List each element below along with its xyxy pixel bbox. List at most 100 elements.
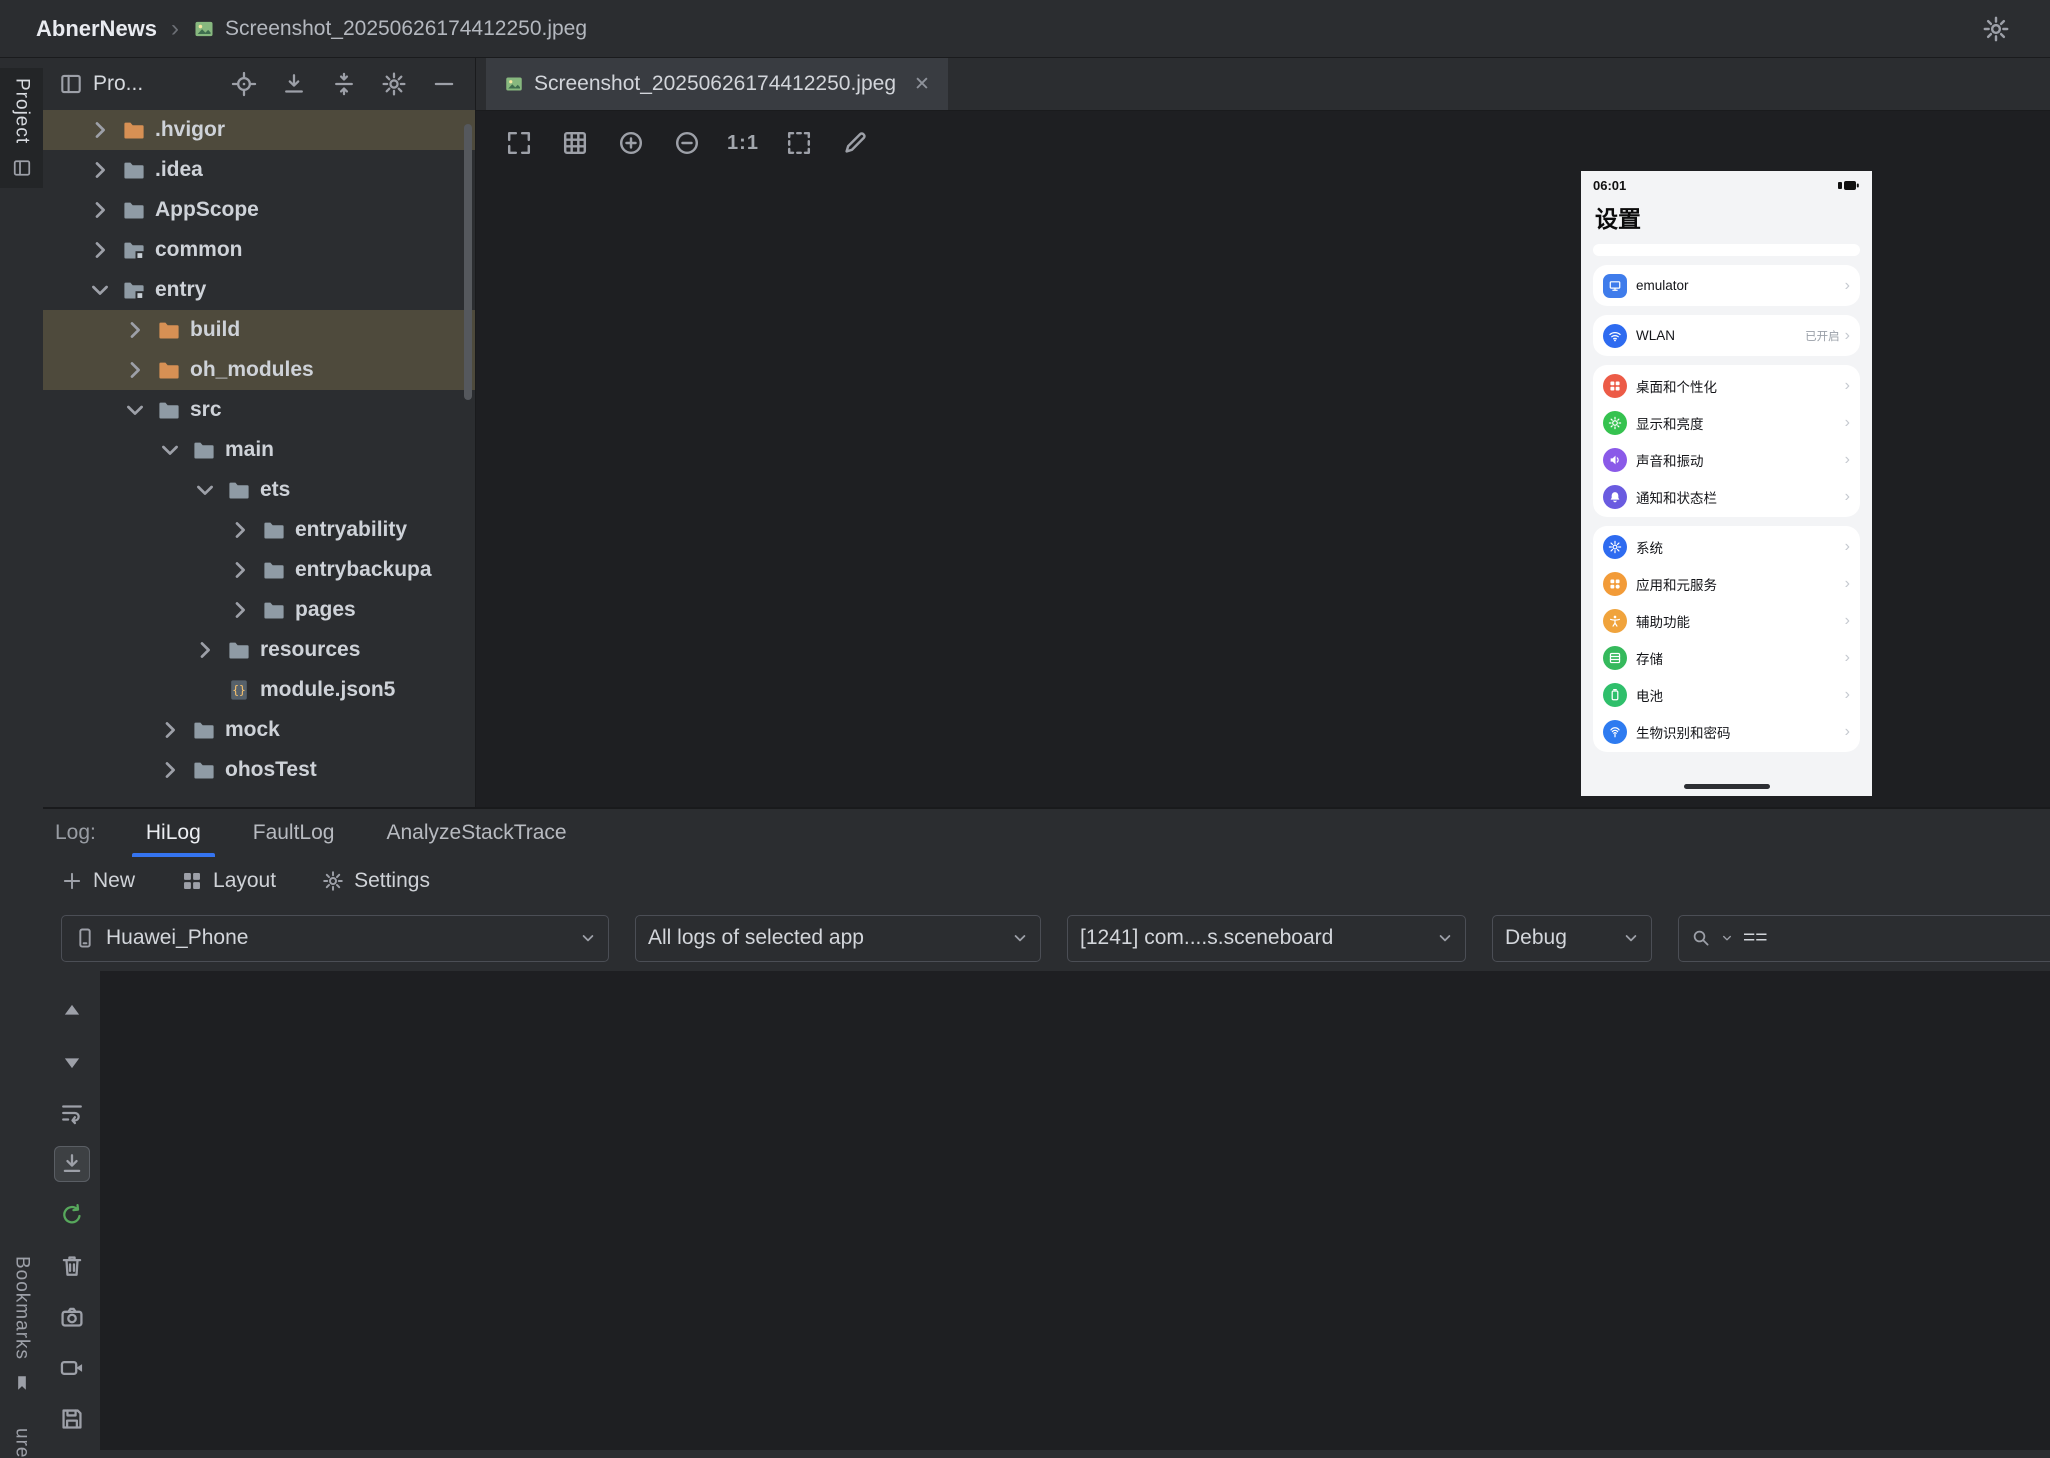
settings-item-label: 声音和振动: [1636, 453, 1704, 469]
video-button[interactable]: [54, 1350, 90, 1386]
settings-item-accessibility[interactable]: 辅助功能 ›: [1593, 602, 1860, 639]
tree-item-pages[interactable]: pages: [43, 590, 475, 630]
settings-item-system[interactable]: 系统 ›: [1593, 528, 1860, 565]
settings-item-wlan[interactable]: WLAN 已开启 ›: [1593, 317, 1860, 354]
chevron-down-icon: [580, 930, 596, 946]
search-value[interactable]: ==: [1743, 926, 1768, 950]
chevron-down-icon[interactable]: [157, 437, 183, 463]
project-view-icon[interactable]: [59, 72, 83, 96]
layout-grid-icon: [181, 870, 203, 892]
chevron-right-icon[interactable]: [87, 117, 113, 143]
device-selector[interactable]: Huawei_Phone: [61, 914, 609, 962]
settings-item-display-brightness[interactable]: 显示和亮度 ›: [1593, 404, 1860, 441]
project-panel-title[interactable]: Pro...: [93, 72, 143, 96]
tree-item--idea[interactable]: .idea: [43, 150, 475, 190]
settings-item-emulator[interactable]: emulator ›: [1593, 267, 1860, 304]
minus-icon[interactable]: [431, 71, 457, 97]
frame-icon[interactable]: [782, 126, 816, 160]
chevron-down-icon[interactable]: [192, 477, 218, 503]
soft-wrap-button[interactable]: [54, 1095, 90, 1131]
close-tab-icon[interactable]: ✕: [914, 73, 930, 96]
chevron-right-icon[interactable]: [122, 357, 148, 383]
settings-item-biometrics-password[interactable]: 生物识别和密码 ›: [1593, 713, 1860, 750]
settings-item-notifications-statusbar[interactable]: 通知和状态栏 ›: [1593, 478, 1860, 515]
fit-screen-icon[interactable]: [502, 126, 536, 160]
settings-item-label: 系统: [1636, 540, 1663, 556]
chevron-right-icon[interactable]: [87, 157, 113, 183]
tree-item-build[interactable]: build: [43, 310, 475, 350]
locate-icon[interactable]: [231, 71, 257, 97]
settings-item-apps-services[interactable]: 应用和元服务 ›: [1593, 565, 1860, 602]
chevron-right-icon[interactable]: [157, 757, 183, 783]
settings-item-personalization[interactable]: 桌面和个性化 ›: [1593, 367, 1860, 404]
tool-window-icon: [12, 158, 32, 178]
settings-item-storage[interactable]: 存储 ›: [1593, 639, 1860, 676]
arrow-down-button[interactable]: [54, 1044, 90, 1080]
chevron-right-icon[interactable]: [122, 317, 148, 343]
log-source-selector[interactable]: All logs of selected app: [635, 914, 1041, 962]
new-button[interactable]: New: [61, 869, 135, 893]
zoom-out-icon[interactable]: [670, 126, 704, 160]
phone-search-bar-partial[interactable]: [1593, 244, 1860, 256]
settings-gear-icon[interactable]: [1982, 15, 2010, 43]
zoom-in-icon[interactable]: [614, 126, 648, 160]
trash-button[interactable]: [54, 1248, 90, 1284]
tree-item-entrybackupa[interactable]: entrybackupa: [43, 550, 475, 590]
tree-item-module-json5[interactable]: {} module.json5: [43, 670, 475, 710]
scroll-down-icon[interactable]: [281, 71, 307, 97]
settings-item-sound-vibration[interactable]: 声音和振动 ›: [1593, 441, 1860, 478]
project-panel-header: Pro...: [43, 58, 475, 110]
chevron-right-icon[interactable]: [157, 717, 183, 743]
save-button[interactable]: [54, 1401, 90, 1437]
tree-item-entryability[interactable]: entryability: [43, 510, 475, 550]
chevron-down-icon[interactable]: [1721, 932, 1733, 944]
settings-button[interactable]: Settings: [322, 869, 430, 893]
gear-icon[interactable]: [381, 71, 407, 97]
log-search-field[interactable]: ==: [1678, 914, 2050, 962]
svg-text:{}: {}: [232, 684, 246, 697]
breadcrumb-file[interactable]: Screenshot_20250626174412250.jpeg: [225, 17, 587, 41]
tree-item-label: entryability: [295, 518, 408, 541]
chevron-right-icon[interactable]: [87, 197, 113, 223]
settings-item-battery[interactable]: 电池 ›: [1593, 676, 1860, 713]
actual-size-button[interactable]: 1:1: [726, 126, 760, 160]
chevron-down-icon[interactable]: [87, 277, 113, 303]
arrow-up-button[interactable]: [54, 993, 90, 1029]
tool-window-button-bookmarks[interactable]: Bookmarks: [0, 1256, 43, 1392]
log-level-selector[interactable]: Debug: [1492, 914, 1652, 962]
tree-item-appscope[interactable]: AppScope: [43, 190, 475, 230]
layout-button[interactable]: Layout: [181, 869, 276, 893]
pencil-icon[interactable]: [838, 126, 872, 160]
pixel-grid-icon[interactable]: [558, 126, 592, 160]
tool-window-button-structure[interactable]: ure: [0, 1428, 43, 1458]
tool-window-button-project[interactable]: Project: [0, 68, 43, 189]
chevron-right-icon[interactable]: [227, 517, 253, 543]
chevron-right-icon[interactable]: [87, 237, 113, 263]
tree-item-entry[interactable]: entry: [43, 270, 475, 310]
breadcrumb-project[interactable]: AbnerNews: [36, 16, 157, 42]
scroll-end-button[interactable]: [53, 1146, 90, 1182]
chevron-right-icon[interactable]: [192, 637, 218, 663]
editor-tab[interactable]: Screenshot_20250626174412250.jpeg ✕: [486, 58, 948, 110]
log-tab-analyzestacktrace[interactable]: AnalyzeStackTrace: [364, 809, 588, 857]
tree-item-main[interactable]: main: [43, 430, 475, 470]
tree-item-mock[interactable]: mock: [43, 710, 475, 750]
tree-item--hvigor[interactable]: .hvigor: [43, 110, 475, 150]
chevron-right-icon[interactable]: [227, 597, 253, 623]
chevron-right-icon[interactable]: [227, 557, 253, 583]
chevron-down-icon[interactable]: [122, 397, 148, 423]
tree-item-ohostest[interactable]: ohosTest: [43, 750, 475, 790]
tree-item-ets[interactable]: ets: [43, 470, 475, 510]
log-output[interactable]: [100, 971, 2050, 1450]
tree-item-oh-modules[interactable]: oh_modules: [43, 350, 475, 390]
tree-item-resources[interactable]: resources: [43, 630, 475, 670]
rerun-button[interactable]: [54, 1197, 90, 1233]
tree-item-common[interactable]: common: [43, 230, 475, 270]
log-tab-hilog[interactable]: HiLog: [124, 809, 223, 857]
log-tab-faultlog[interactable]: FaultLog: [231, 809, 357, 857]
tree-scrollbar[interactable]: [464, 124, 472, 400]
process-selector[interactable]: [1241] com....s.sceneboard: [1067, 914, 1466, 962]
tree-item-src[interactable]: src: [43, 390, 475, 430]
collapse-all-icon[interactable]: [331, 71, 357, 97]
camera-button[interactable]: [54, 1299, 90, 1335]
